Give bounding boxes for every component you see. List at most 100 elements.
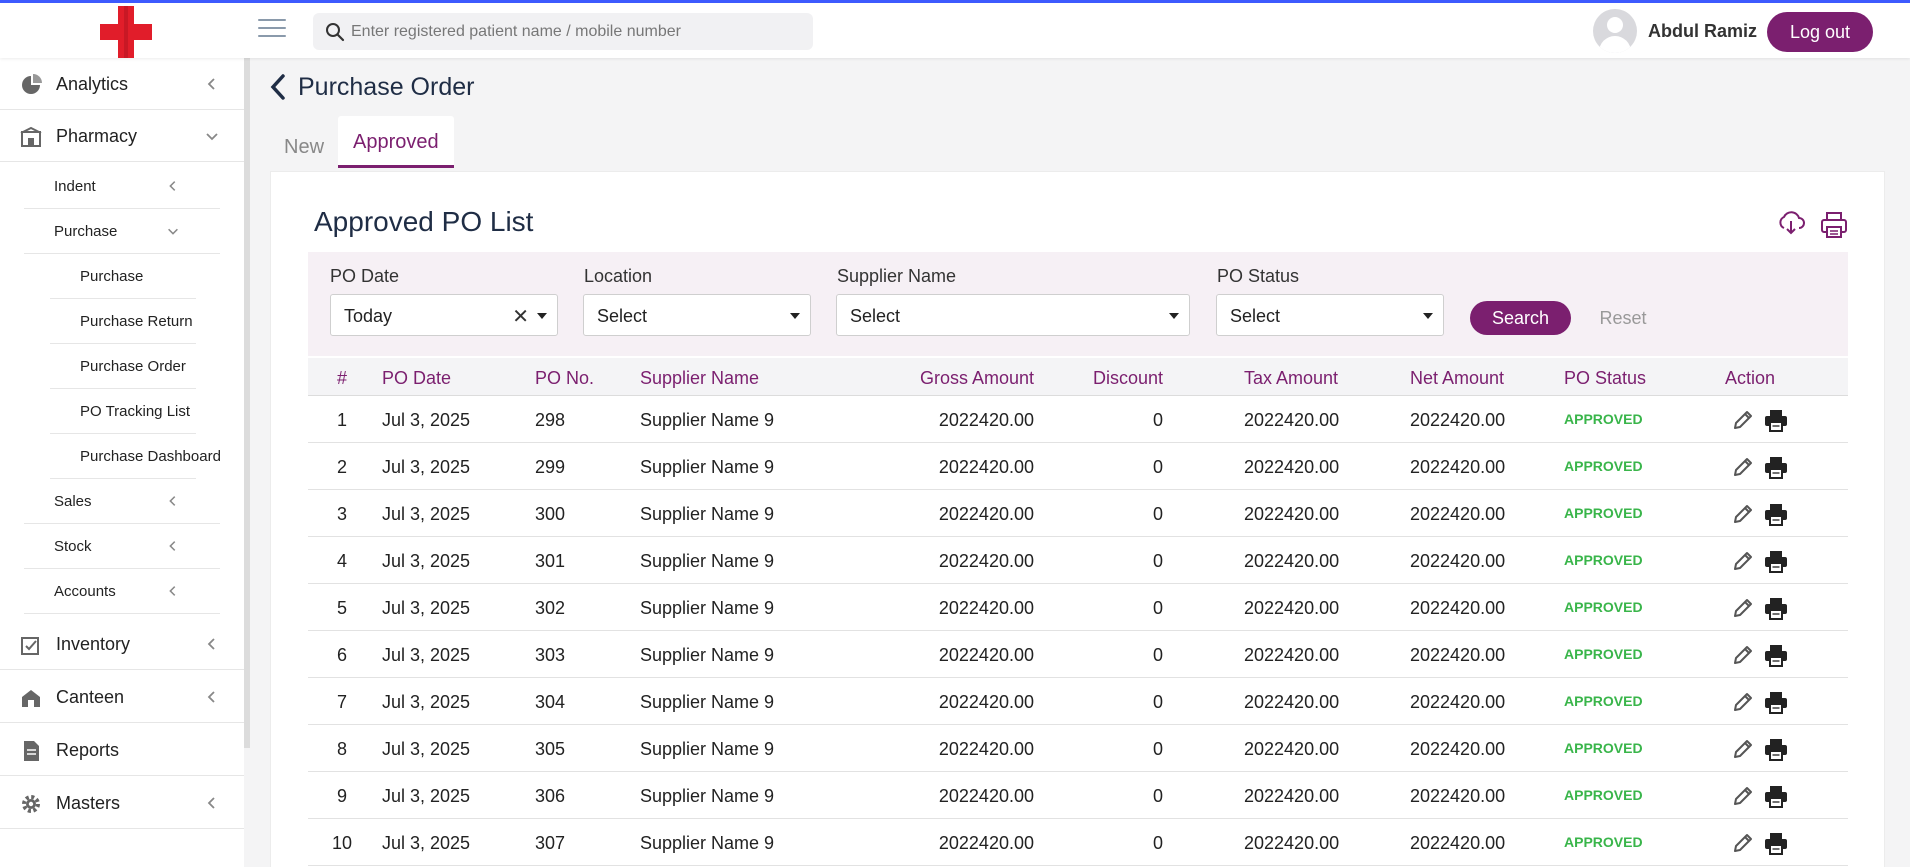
sidebar-item-purchase-dashboard[interactable]: Purchase Dashboard xyxy=(50,434,221,479)
table-row[interactable]: 10 Jul 3, 2025 307 Supplier Name 9 2022420.0… xyxy=(308,819,1848,866)
table-row[interactable]: 3 Jul 3, 2025 300 Supplier Name 9 2022420.00… xyxy=(308,490,1848,537)
table-row[interactable]: 1 Jul 3, 2025 298 Supplier Name 9 2022420.00… xyxy=(308,396,1848,443)
sidebar-item-purchase-order[interactable]: Purchase Order xyxy=(50,344,196,389)
cell-supplier-name: Supplier Name 9 xyxy=(640,410,775,430)
printer-icon[interactable] xyxy=(1764,831,1788,855)
hamburger-menu-icon[interactable] xyxy=(258,19,286,41)
pencil-edit-icon[interactable] xyxy=(1731,549,1755,573)
sidebar-item-label: Inventory xyxy=(56,634,131,654)
sidebar-item-purchase-group[interactable]: Purchase xyxy=(24,209,220,254)
sidebar-item-canteen[interactable]: Canteen xyxy=(0,671,244,723)
table-row[interactable]: 8 Jul 3, 2025 305 Supplier Name 9 2022420.00… xyxy=(308,725,1848,772)
cell-tax-amount: 2022420.00 xyxy=(1244,551,1340,571)
col-header-discount: Discount xyxy=(1092,368,1163,388)
sidebar-item-pharmacy[interactable]: Pharmacy xyxy=(0,110,244,162)
table-row[interactable]: 6 Jul 3, 2025 303 Supplier Name 9 2022420.00… xyxy=(308,631,1848,678)
reset-button[interactable]: Reset xyxy=(1595,301,1651,335)
patient-search-input[interactable] xyxy=(351,13,801,50)
printer-icon[interactable] xyxy=(1764,596,1788,620)
sidebar-item-sales[interactable]: Sales xyxy=(24,479,220,524)
cell-tax-amount: 2022420.00 xyxy=(1244,692,1340,712)
cell-po-date: Jul 3, 2025 xyxy=(382,598,471,618)
sidebar-item-accounts[interactable]: Accounts xyxy=(24,569,220,614)
sidebar-item-label: Sales xyxy=(54,493,92,510)
chevron-left-icon xyxy=(169,496,176,506)
canteen-icon xyxy=(22,690,40,707)
printer-icon[interactable] xyxy=(1820,211,1848,239)
sidebar-item-po-tracking-list[interactable]: PO Tracking List xyxy=(50,389,196,434)
supplier-name-select[interactable]: Select xyxy=(836,294,1190,336)
pencil-edit-icon[interactable] xyxy=(1731,831,1755,855)
printer-icon[interactable] xyxy=(1764,643,1788,667)
sidebar-item-stock[interactable]: Stock xyxy=(24,524,220,569)
printer-icon[interactable] xyxy=(1764,784,1788,808)
sidebar-item-analytics[interactable]: Analytics xyxy=(0,58,244,110)
chevron-left-icon xyxy=(207,691,215,703)
printer-icon[interactable] xyxy=(1764,502,1788,526)
user-avatar-icon[interactable] xyxy=(1593,9,1637,53)
po-date-select[interactable]: Today ✕ xyxy=(330,294,558,336)
cell-po-status: APPROVED xyxy=(1564,552,1643,568)
back-arrow-icon[interactable] xyxy=(268,72,288,102)
pencil-edit-icon[interactable] xyxy=(1731,502,1755,526)
cell-discount: 0 xyxy=(1152,598,1163,618)
printer-icon[interactable] xyxy=(1764,408,1788,432)
printer-icon[interactable] xyxy=(1764,549,1788,573)
tab-approved[interactable]: Approved xyxy=(338,116,454,168)
patient-search-box[interactable] xyxy=(313,13,813,50)
sidebar-scrollbar[interactable] xyxy=(244,58,250,748)
cell-po-status: APPROVED xyxy=(1564,693,1643,709)
location-select[interactable]: Select xyxy=(583,294,811,336)
po-date-value: Today xyxy=(344,306,393,326)
pencil-edit-icon[interactable] xyxy=(1731,596,1755,620)
pencil-edit-icon[interactable] xyxy=(1731,737,1755,761)
sidebar-item-indent[interactable]: Indent xyxy=(24,164,220,209)
po-status-select[interactable]: Select xyxy=(1216,294,1444,336)
cell-index: 6 xyxy=(336,645,347,665)
cell-po-no: 299 xyxy=(535,457,566,477)
sidebar-item-inventory[interactable]: Inventory xyxy=(0,618,244,670)
cell-po-status: APPROVED xyxy=(1564,411,1643,427)
inventory-icon xyxy=(21,637,39,655)
cell-net-amount: 2022420.00 xyxy=(1410,551,1506,571)
sidebar-item-purchase-return[interactable]: Purchase Return xyxy=(50,299,196,344)
cell-index: 9 xyxy=(336,786,347,806)
printer-icon[interactable] xyxy=(1764,455,1788,479)
cell-supplier-name: Supplier Name 9 xyxy=(640,551,775,571)
po-status-value: Select xyxy=(1230,306,1281,326)
table-row[interactable]: 9 Jul 3, 2025 306 Supplier Name 9 2022420.00… xyxy=(308,772,1848,819)
cell-tax-amount: 2022420.00 xyxy=(1244,645,1340,665)
cell-index: 1 xyxy=(336,410,347,430)
sidebar-item-reports[interactable]: Reports xyxy=(0,724,244,776)
sidebar-item-label: Reports xyxy=(56,740,120,760)
sidebar-item-masters[interactable]: Masters xyxy=(0,777,244,829)
printer-icon[interactable] xyxy=(1764,737,1788,761)
gear-icon xyxy=(22,795,40,813)
search-button[interactable]: Search xyxy=(1470,301,1571,335)
printer-icon[interactable] xyxy=(1764,690,1788,714)
pencil-edit-icon[interactable] xyxy=(1731,643,1755,667)
col-header-supplier-name: Supplier Name xyxy=(640,368,760,388)
sidebar-item-purchase[interactable]: Purchase xyxy=(50,254,196,299)
table-row[interactable]: 2 Jul 3, 2025 299 Supplier Name 9 2022420.00… xyxy=(308,443,1848,490)
cloud-download-icon[interactable] xyxy=(1777,210,1805,236)
tab-new[interactable]: New xyxy=(270,116,338,168)
cell-po-date: Jul 3, 2025 xyxy=(382,786,471,806)
cell-discount: 0 xyxy=(1152,692,1163,712)
logout-button[interactable]: Log out xyxy=(1767,12,1873,52)
cell-supplier-name: Supplier Name 9 xyxy=(640,833,775,853)
cell-index: 3 xyxy=(336,504,347,524)
cell-net-amount: 2022420.00 xyxy=(1410,833,1506,853)
chevron-left-icon xyxy=(169,541,176,551)
pencil-edit-icon[interactable] xyxy=(1731,784,1755,808)
pencil-edit-icon[interactable] xyxy=(1731,455,1755,479)
table-row[interactable]: 4 Jul 3, 2025 301 Supplier Name 9 2022420.00… xyxy=(308,537,1848,584)
col-header-action: Action xyxy=(1724,368,1776,388)
table-row[interactable]: 7 Jul 3, 2025 304 Supplier Name 9 2022420.00… xyxy=(308,678,1848,725)
pencil-edit-icon[interactable] xyxy=(1731,408,1755,432)
clear-icon[interactable]: ✕ xyxy=(512,304,529,329)
page-title: Purchase Order xyxy=(298,73,475,101)
pencil-edit-icon[interactable] xyxy=(1731,690,1755,714)
table-row[interactable]: 5 Jul 3, 2025 302 Supplier Name 9 2022420.00… xyxy=(308,584,1848,631)
cell-discount: 0 xyxy=(1152,410,1163,430)
